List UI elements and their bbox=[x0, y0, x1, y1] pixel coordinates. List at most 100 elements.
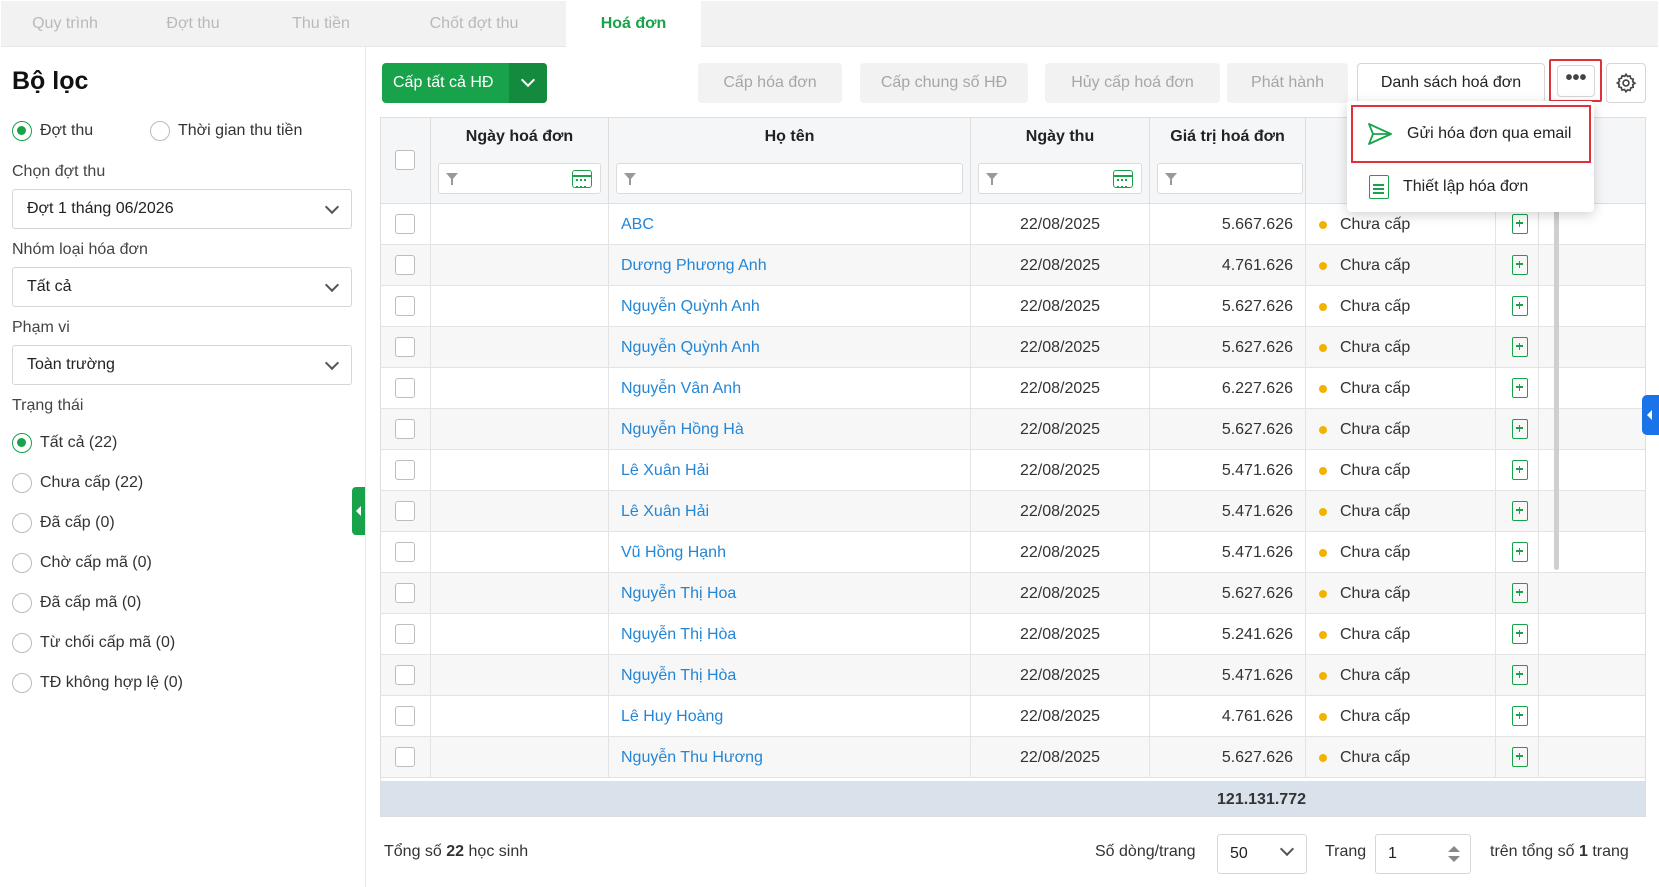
issue-invoice-button[interactable]: Cấp hóa đơn bbox=[698, 63, 842, 103]
row-checkbox[interactable] bbox=[395, 501, 415, 521]
student-name-link[interactable]: Nguyễn Thị Hoa bbox=[609, 573, 971, 614]
rows-per-page-select[interactable]: 50 bbox=[1217, 834, 1307, 874]
student-name-link[interactable]: Dương Phương Anh bbox=[609, 245, 971, 286]
student-name-link[interactable]: Lê Xuân Hải bbox=[609, 450, 971, 491]
status-option-cho-cap-ma[interactable]: Chờ cấp mã (0) bbox=[12, 553, 152, 573]
add-invoice-icon[interactable] bbox=[1512, 665, 1528, 685]
chevron-down-icon[interactable] bbox=[509, 63, 548, 103]
table-row[interactable]: Nguyễn Quỳnh Anh 22/08/2025 5.627.626 Chưa … bbox=[381, 286, 1645, 327]
row-checkbox[interactable] bbox=[395, 378, 415, 398]
student-name-link[interactable]: Lê Xuân Hải bbox=[609, 491, 971, 532]
student-name-link[interactable]: Nguyễn Thị Hòa bbox=[609, 614, 971, 655]
select-all-checkbox[interactable] bbox=[395, 150, 415, 170]
add-invoice-icon[interactable] bbox=[1512, 747, 1528, 767]
add-invoice-icon[interactable] bbox=[1512, 501, 1528, 521]
calendar-icon[interactable] bbox=[1113, 170, 1133, 188]
name-filter[interactable] bbox=[616, 163, 963, 194]
add-invoice-icon[interactable] bbox=[1512, 337, 1528, 357]
status-option-khong-hop-le[interactable]: TĐ không hợp lệ (0) bbox=[12, 673, 183, 693]
row-checkbox[interactable] bbox=[395, 255, 415, 275]
student-name-link[interactable]: Nguyễn Quỳnh Anh bbox=[609, 286, 971, 327]
add-invoice-icon[interactable] bbox=[1512, 624, 1528, 644]
row-checkbox[interactable] bbox=[395, 460, 415, 480]
publish-button[interactable]: Phát hành bbox=[1227, 63, 1348, 103]
paid-date-filter[interactable] bbox=[978, 163, 1142, 194]
page-number-input[interactable]: 1 bbox=[1375, 834, 1471, 874]
spin-up-icon[interactable] bbox=[1448, 846, 1460, 852]
student-name-link[interactable]: Nguyễn Thu Hương bbox=[609, 737, 971, 778]
table-row[interactable]: Nguyễn Hồng Hà 22/08/2025 5.627.626 Chưa cấ… bbox=[381, 409, 1645, 450]
side-panel-toggle[interactable] bbox=[1642, 395, 1659, 435]
invoice-value-filter[interactable] bbox=[1157, 163, 1303, 194]
cancel-issue-button[interactable]: Hủy cấp hoá đơn bbox=[1045, 63, 1220, 103]
add-invoice-icon[interactable] bbox=[1512, 378, 1528, 398]
table-row[interactable]: Nguyễn Vân Anh 22/08/2025 6.227.626 Chưa cấ… bbox=[381, 368, 1645, 409]
status-option-tu-choi[interactable]: Từ chối cấp mã (0) bbox=[12, 633, 175, 653]
add-invoice-icon[interactable] bbox=[1512, 460, 1528, 480]
row-checkbox[interactable] bbox=[395, 665, 415, 685]
tab-hoa-don[interactable]: Hoá đơn bbox=[566, 1, 701, 48]
status-option-chua-cap[interactable]: Chưa cấp (22) bbox=[12, 473, 143, 493]
menu-send-email[interactable]: Gửi hóa đơn qua email bbox=[1351, 105, 1591, 163]
table-row[interactable]: Nguyễn Thị Hòa 22/08/2025 5.241.626 Chưa cấ… bbox=[381, 614, 1645, 655]
menu-invoice-settings[interactable]: Thiết lập hóa đơn bbox=[1347, 161, 1594, 213]
issue-shared-number-button[interactable]: Cấp chung số HĐ bbox=[860, 63, 1028, 103]
scope-select[interactable]: Toàn trường bbox=[12, 345, 352, 385]
table-row[interactable]: Nguyễn Thị Hòa 22/08/2025 5.471.626 Chưa cấ… bbox=[381, 655, 1645, 696]
row-checkbox[interactable] bbox=[395, 419, 415, 439]
add-invoice-icon[interactable] bbox=[1512, 583, 1528, 603]
status-option-da-cap-ma[interactable]: Đã cấp mã (0) bbox=[12, 593, 141, 613]
tab-quy-trinh[interactable]: Quy trình bbox=[1, 1, 129, 47]
add-invoice-icon[interactable] bbox=[1512, 419, 1528, 439]
group-select[interactable]: Tất cả bbox=[12, 267, 352, 307]
student-name-link[interactable]: Lê Huy Hoàng bbox=[609, 696, 971, 737]
row-checkbox[interactable] bbox=[395, 337, 415, 357]
invoice-list-button[interactable]: Danh sách hoá đơn bbox=[1357, 63, 1545, 103]
spin-down-icon[interactable] bbox=[1448, 856, 1460, 862]
table-row[interactable]: Vũ Hồng Hạnh 22/08/2025 5.471.626 Chưa cấp bbox=[381, 532, 1645, 573]
radio-mode-dot-thu[interactable]: Đợt thu bbox=[12, 121, 93, 141]
row-checkbox[interactable] bbox=[395, 583, 415, 603]
add-invoice-icon[interactable] bbox=[1512, 296, 1528, 316]
tab-chot-dot-thu[interactable]: Chốt đợt thu bbox=[385, 1, 563, 47]
table-row[interactable]: Lê Xuân Hải 22/08/2025 5.471.626 Chưa cấp bbox=[381, 491, 1645, 532]
table-row[interactable]: Lê Xuân Hải 22/08/2025 5.471.626 Chưa cấp bbox=[381, 450, 1645, 491]
row-checkbox[interactable] bbox=[395, 747, 415, 767]
more-options-button[interactable]: ••• bbox=[1557, 65, 1595, 97]
total-pages: trên tổng số 1 trang bbox=[1490, 843, 1629, 861]
dot-thu-select[interactable]: Đợt 1 tháng 06/2026 bbox=[12, 189, 352, 229]
tab-dot-thu[interactable]: Đợt thu bbox=[129, 1, 257, 47]
radio-mode-thoi-gian[interactable]: Thời gian thu tiền bbox=[150, 121, 302, 141]
student-name-link[interactable]: ABC bbox=[609, 204, 971, 245]
row-checkbox[interactable] bbox=[395, 624, 415, 644]
invoice-value-cell: 5.627.626 bbox=[1150, 737, 1306, 778]
row-checkbox[interactable] bbox=[395, 296, 415, 316]
student-name-link[interactable]: Nguyễn Vân Anh bbox=[609, 368, 971, 409]
invoice-date-filter[interactable] bbox=[438, 163, 601, 194]
add-invoice-icon[interactable] bbox=[1512, 706, 1528, 726]
col-invoice-date: Ngày hoá đơn bbox=[431, 118, 609, 204]
add-invoice-icon[interactable] bbox=[1512, 255, 1528, 275]
calendar-icon[interactable] bbox=[572, 170, 592, 188]
student-name-link[interactable]: Vũ Hồng Hạnh bbox=[609, 532, 971, 573]
status-option-all[interactable]: Tất cả (22) bbox=[12, 433, 117, 453]
student-name-link[interactable]: Nguyễn Thị Hòa bbox=[609, 655, 971, 696]
row-checkbox[interactable] bbox=[395, 542, 415, 562]
table-row[interactable]: Nguyễn Quỳnh Anh 22/08/2025 5.627.626 Chưa … bbox=[381, 327, 1645, 368]
tab-thu-tien[interactable]: Thu tiền bbox=[257, 1, 385, 47]
table-row[interactable]: Nguyễn Thị Hoa 22/08/2025 5.627.626 Chưa cấ… bbox=[381, 573, 1645, 614]
status-option-da-cap[interactable]: Đã cấp (0) bbox=[12, 513, 115, 533]
table-row[interactable]: Lê Huy Hoàng 22/08/2025 4.761.626 Chưa cấp bbox=[381, 696, 1645, 737]
row-checkbox[interactable] bbox=[395, 706, 415, 726]
settings-button[interactable] bbox=[1606, 63, 1646, 103]
student-name-link[interactable]: Nguyễn Quỳnh Anh bbox=[609, 327, 971, 368]
student-name-link[interactable]: Nguyễn Hồng Hà bbox=[609, 409, 971, 450]
add-invoice-icon[interactable] bbox=[1512, 214, 1528, 234]
row-checkbox[interactable] bbox=[395, 214, 415, 234]
table-scrollbar[interactable] bbox=[1554, 200, 1559, 570]
table-row[interactable]: Nguyễn Thu Hương 22/08/2025 5.627.626 Chưa … bbox=[381, 737, 1645, 778]
issue-all-button[interactable]: Cấp tất cả HĐ bbox=[382, 63, 548, 103]
collapse-panel-handle[interactable] bbox=[352, 487, 365, 535]
add-invoice-icon[interactable] bbox=[1512, 542, 1528, 562]
table-row[interactable]: Dương Phương Anh 22/08/2025 4.761.626 Chưa … bbox=[381, 245, 1645, 286]
